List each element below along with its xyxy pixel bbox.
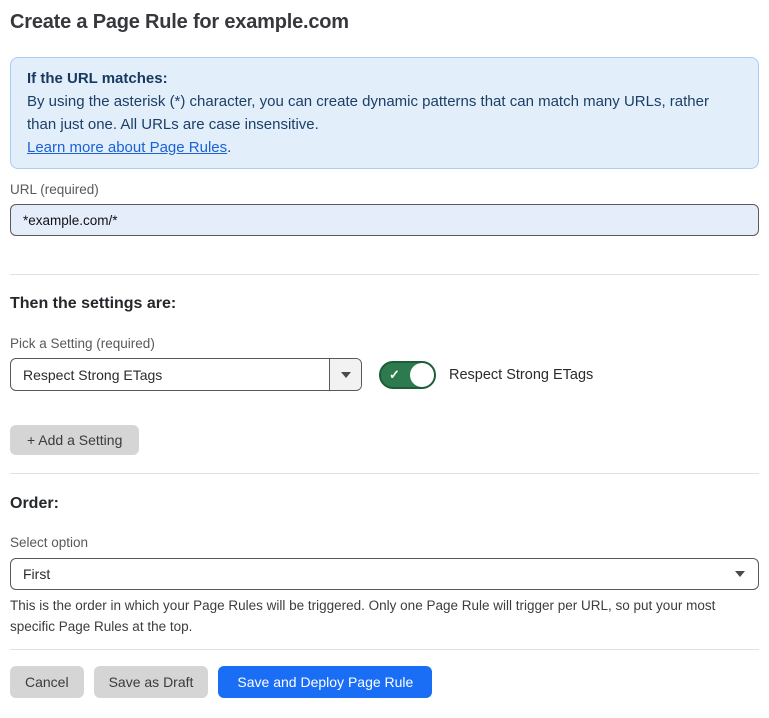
add-setting-button[interactable]: + Add a Setting [10,425,139,455]
link-suffix: . [227,139,231,156]
order-section-heading: Order: [10,494,759,514]
order-select-value: First [23,566,50,582]
check-icon: ✓ [389,368,400,381]
save-and-deploy-button[interactable]: Save and Deploy Page Rule [218,666,432,698]
chevron-down-icon [341,372,351,378]
info-box-link-line: Learn more about Page Rules. [27,136,742,159]
cancel-button[interactable]: Cancel [10,666,84,698]
order-help-text: This is the order in which your Page Rul… [10,595,759,637]
divider [10,473,759,474]
toggle-knob [410,363,434,387]
info-box-body: By using the asterisk (*) character, you… [27,90,742,136]
info-box-heading: If the URL matches: [27,67,742,90]
respect-strong-etags-toggle[interactable]: ✓ [379,361,436,389]
order-select[interactable]: First [10,558,759,590]
setting-select[interactable]: Respect Strong ETags [10,358,362,391]
learn-more-link[interactable]: Learn more about Page Rules [27,139,227,156]
toggle-label: Respect Strong ETags [449,367,593,383]
footer-actions: Cancel Save as Draft Save and Deploy Pag… [10,666,759,698]
settings-section-heading: Then the settings are: [10,294,759,314]
setting-select-value: Respect Strong ETags [11,359,329,390]
setting-row: Respect Strong ETags ✓ Respect Strong ET… [10,358,759,391]
setting-select-arrow-button[interactable] [329,359,361,390]
page-rule-form: Create a Page Rule for example.com If th… [0,0,769,698]
url-field-label: URL (required) [10,182,759,198]
divider [10,274,759,275]
order-select-label: Select option [10,535,759,551]
save-as-draft-button[interactable]: Save as Draft [94,666,209,698]
divider [10,649,759,650]
chevron-down-icon [735,571,745,577]
url-input[interactable] [10,204,759,236]
url-match-info-box: If the URL matches: By using the asteris… [10,57,759,169]
page-title: Create a Page Rule for example.com [10,10,759,34]
pick-setting-label: Pick a Setting (required) [10,336,759,352]
